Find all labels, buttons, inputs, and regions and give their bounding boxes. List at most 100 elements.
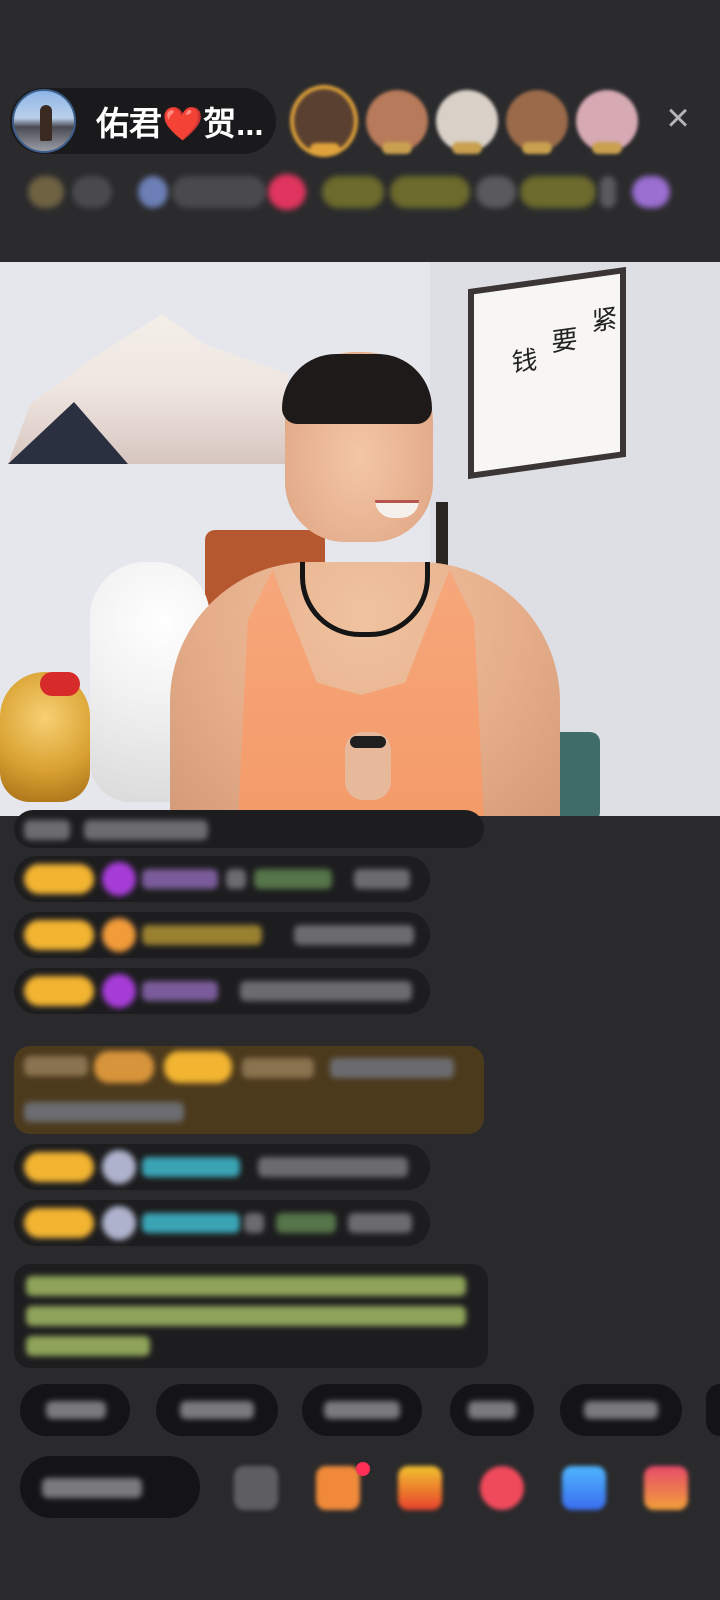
chat-message [14, 968, 430, 1014]
username [142, 981, 218, 1001]
message-text [26, 1276, 466, 1296]
chat-message [14, 1144, 430, 1190]
diamond-icon [102, 974, 136, 1008]
ticker-chip [520, 176, 596, 208]
level-badge [164, 1051, 232, 1083]
username [142, 869, 218, 889]
shop-icon[interactable] [316, 1466, 360, 1510]
comment-input-placeholder [42, 1478, 142, 1498]
message-text [24, 820, 70, 840]
quick-reply-button[interactable] [20, 1384, 130, 1436]
user-avatar [102, 1206, 136, 1240]
viewer-avatar[interactable] [290, 85, 358, 157]
fan-club-badge [94, 1051, 154, 1083]
quick-reply-button[interactable] [706, 1384, 720, 1436]
calligraphy-frame: 紧 要 钱 [468, 266, 626, 480]
ticker-chip [476, 176, 516, 208]
ticker-chip [322, 176, 384, 208]
rank-badge [382, 142, 412, 154]
level-badge [24, 976, 94, 1006]
message-text [244, 1213, 264, 1233]
message-text [26, 1306, 466, 1326]
level-badge [24, 864, 94, 894]
username [142, 925, 262, 945]
rank-badge [592, 142, 622, 154]
heart-icon[interactable] [480, 1466, 524, 1510]
username [276, 1213, 336, 1233]
more-icon[interactable] [234, 1466, 278, 1510]
message-text [26, 1336, 150, 1356]
host-name: 佑君❤️贺... [96, 105, 264, 142]
message-text [330, 1058, 454, 1078]
level-badge [24, 1208, 94, 1238]
chat-message [14, 1200, 430, 1246]
streamer-hair [282, 354, 432, 424]
red-packet-icon[interactable] [398, 1466, 442, 1510]
level-badge [24, 1152, 94, 1182]
calligraphy-char: 紧 [587, 304, 617, 335]
ticker-chip [268, 174, 306, 210]
message-text [348, 1213, 412, 1233]
host-info-pill[interactable]: 佑君❤️贺... [10, 88, 276, 154]
ticker-chip [138, 176, 168, 208]
avatar-figure [40, 105, 52, 141]
username [142, 1157, 240, 1177]
ticker-chip [600, 176, 616, 208]
rank-badge [452, 142, 482, 154]
level-badge [24, 920, 94, 950]
bottom-toolbar [0, 1456, 720, 1526]
quick-reply-button[interactable] [302, 1384, 422, 1436]
username [242, 1058, 314, 1078]
calligraphy-char: 钱 [507, 345, 537, 376]
message-text [240, 981, 412, 1001]
chat-message [14, 856, 430, 902]
kitty-bow [40, 672, 80, 696]
quick-reply-label [468, 1401, 516, 1419]
ticker-chip [172, 176, 266, 208]
host-avatar[interactable] [12, 89, 76, 153]
rank-badge [522, 142, 552, 154]
rank-badge [310, 143, 340, 155]
quick-reply-label [180, 1401, 254, 1419]
close-icon[interactable]: × [660, 98, 696, 138]
viewer-avatar[interactable] [436, 90, 498, 154]
chat-message [14, 810, 484, 848]
viewer-avatars [290, 85, 638, 157]
viewer-avatar[interactable] [576, 90, 638, 154]
chat-message [14, 912, 430, 958]
fan-badge-icon [102, 918, 136, 952]
message-text [258, 1157, 408, 1177]
quick-reply-label [584, 1401, 658, 1419]
ticker-chip [632, 176, 670, 208]
chat-list[interactable] [0, 810, 720, 1368]
game-icon[interactable] [562, 1466, 606, 1510]
quick-reply-label [46, 1401, 106, 1419]
message-text [226, 869, 246, 889]
highlight-message [14, 1046, 484, 1134]
ticker-chip [72, 176, 112, 208]
shirt-print [345, 732, 391, 800]
gift-ticker [20, 170, 700, 216]
quick-reply-button[interactable] [156, 1384, 278, 1436]
quick-reply-label [324, 1401, 400, 1419]
message-text [354, 869, 410, 889]
message-text [24, 1056, 88, 1076]
viewer-avatar[interactable] [506, 90, 568, 154]
user-avatar [102, 1150, 136, 1184]
quick-reply-row [0, 1384, 720, 1438]
calligraphy-char: 要 [547, 324, 577, 355]
viewer-avatar[interactable] [366, 90, 428, 154]
live-video[interactable]: 紧 要 钱 [0, 262, 720, 816]
system-welcome-message [14, 1264, 488, 1368]
comment-input[interactable] [20, 1456, 200, 1518]
quick-reply-button[interactable] [450, 1384, 534, 1436]
gift-icon[interactable] [644, 1466, 688, 1510]
ticker-chip [28, 176, 64, 208]
notification-dot [356, 1462, 370, 1476]
message-text [294, 925, 414, 945]
message-text [84, 820, 208, 840]
quick-reply-button[interactable] [560, 1384, 682, 1436]
diamond-icon [102, 862, 136, 896]
message-text [24, 1102, 184, 1122]
ticker-chip [390, 176, 470, 208]
